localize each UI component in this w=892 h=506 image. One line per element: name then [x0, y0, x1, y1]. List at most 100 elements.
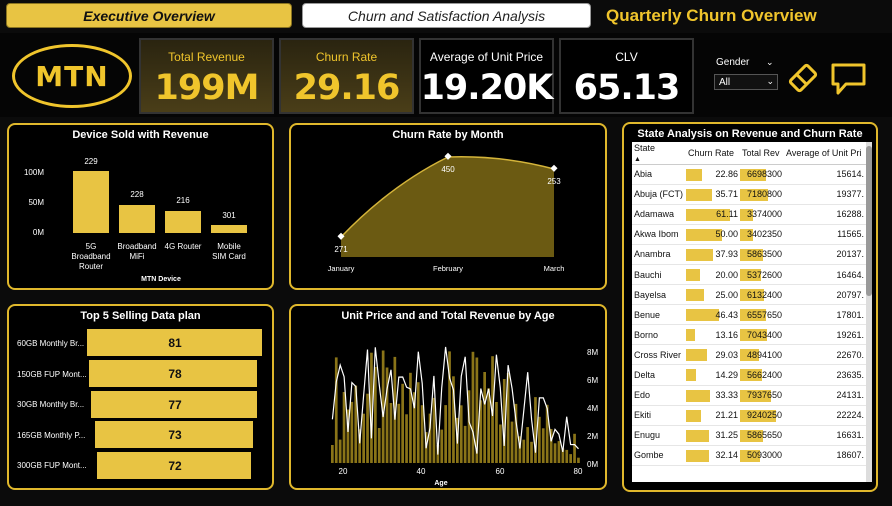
avg-unit-price-cell: 15614. — [784, 164, 866, 185]
state-cell: Bauchi — [632, 264, 686, 286]
column-header[interactable]: State ▲ — [632, 142, 686, 165]
age-revenue-bar[interactable] — [401, 383, 404, 463]
table-row[interactable]: Borno 13.16 7043400 19261. — [632, 324, 866, 346]
device-bar[interactable] — [211, 225, 247, 233]
y-tick: 0M — [587, 460, 598, 469]
table-row[interactable]: Abuja (FCT) 35.71 7180800 19377. — [632, 184, 866, 205]
age-revenue-bar[interactable] — [553, 443, 557, 463]
device-bar[interactable] — [73, 171, 109, 233]
device-bar[interactable] — [165, 211, 201, 233]
age-revenue-bar[interactable] — [565, 449, 569, 463]
table-row[interactable]: Adamawa 61.11 3374000 16288. — [632, 204, 866, 225]
revenue-cell: 7180800 — [740, 184, 784, 205]
state-cell: Enugu — [632, 425, 686, 446]
age-revenue-bar[interactable] — [342, 392, 346, 463]
age-revenue-bar[interactable] — [350, 401, 354, 463]
revenue-cell: 5863500 — [740, 244, 784, 265]
point-label: 271 — [334, 245, 348, 254]
age-chart: 20 40 60 80 Age 8M 6M 4M 2M 0M — [331, 346, 598, 487]
churn-by-month-panel: Churn Rate by Month 271 450 253 January … — [289, 123, 607, 290]
y-tick: 6M — [587, 376, 598, 385]
column-header[interactable]: Churn Rate — [686, 142, 740, 165]
revenue-cell: 6132400 — [740, 284, 784, 306]
age-revenue-bar[interactable] — [573, 433, 576, 463]
kpi-total-revenue: Total Revenue 199M — [139, 38, 274, 114]
chevron-down-icon[interactable]: ⌄ — [766, 57, 774, 68]
age-revenue-bar[interactable] — [538, 416, 541, 463]
x-axis-label: MTN Device — [141, 276, 181, 283]
avg-unit-price-cell: 18607. — [784, 445, 866, 466]
bar-count-label: 216 — [176, 196, 190, 205]
table-row[interactable]: Benue 46.43 6557650 17801. — [632, 304, 866, 326]
table-row[interactable]: Anambra 37.93 5863500 20137. — [632, 244, 866, 265]
age-revenue-bar[interactable] — [409, 372, 412, 463]
chat-icon[interactable] — [830, 61, 868, 97]
table-row[interactable]: Edo 33.33 7937650 24131. — [632, 385, 866, 406]
table-row[interactable]: Akwa Ibom 50.00 3402350 11565. — [632, 224, 866, 245]
age-revenue-bar[interactable] — [416, 382, 420, 463]
age-revenue-bar[interactable] — [338, 439, 342, 463]
state-table-title: State Analysis on Revenue and Churn Rate — [637, 128, 863, 140]
table-row[interactable]: Ekiti 21.21 9240250 22224. — [632, 405, 866, 426]
eraser-icon[interactable] — [785, 60, 821, 96]
age-revenue-bar[interactable] — [377, 428, 381, 463]
x-tick: January — [328, 264, 355, 273]
age-revenue-bar[interactable] — [440, 429, 444, 463]
bar-count-label: 228 — [130, 190, 144, 199]
age-revenue-bar[interactable] — [510, 421, 514, 463]
age-revenue-bar[interactable] — [530, 441, 533, 463]
age-revenue-bar[interactable] — [526, 427, 529, 463]
age-revenue-bar[interactable] — [389, 403, 393, 463]
churn-cell: 29.03 — [686, 344, 740, 366]
chevron-down-icon: ⌄ — [766, 76, 774, 86]
tab-churn-satisfaction[interactable]: Churn and Satisfaction Analysis — [302, 3, 591, 28]
column-header[interactable]: Total Rev — [740, 142, 784, 165]
age-revenue-bar[interactable] — [334, 357, 338, 463]
kpi-value: 65.13 — [573, 68, 681, 108]
plan-value: 78 — [168, 367, 182, 381]
state-table[interactable]: State ▲ Churn Rate Total Rev Average of U… — [632, 142, 866, 482]
age-revenue-bar[interactable] — [522, 439, 526, 463]
plan-value: 77 — [168, 398, 182, 412]
age-revenue-bar[interactable] — [557, 441, 561, 463]
age-revenue-bar[interactable] — [444, 405, 447, 463]
age-revenue-bar[interactable] — [331, 445, 334, 463]
tab-executive-overview[interactable]: Executive Overview — [6, 3, 292, 28]
age-revenue-bar[interactable] — [534, 397, 537, 463]
device-bar[interactable] — [119, 205, 155, 233]
table-row[interactable]: Abia 22.86 6698300 15614. — [632, 164, 866, 185]
age-revenue-bar[interactable] — [420, 405, 424, 463]
table-row[interactable]: Bayelsa 25.00 6132400 20797. — [632, 284, 866, 306]
age-revenue-bar[interactable] — [499, 424, 502, 464]
table-row[interactable]: Bauchi 20.00 5372600 16464. — [632, 264, 866, 286]
x-tick: Broadband — [117, 242, 156, 251]
age-revenue-bar[interactable] — [397, 403, 401, 463]
churn-cell: 13.16 — [686, 324, 740, 346]
gender-slicer-value: All — [719, 77, 731, 88]
age-revenue-bar[interactable] — [483, 372, 486, 463]
age-revenue-bar[interactable] — [405, 414, 408, 463]
age-revenue-bar[interactable] — [471, 351, 475, 463]
age-revenue-bar[interactable] — [362, 413, 365, 463]
table-scrollbar[interactable] — [866, 142, 872, 482]
age-revenue-bar[interactable] — [463, 425, 467, 463]
age-revenue-bar[interactable] — [459, 405, 463, 463]
age-revenue-bar[interactable] — [569, 454, 572, 463]
scrollbar-thumb[interactable] — [866, 146, 872, 296]
avg-unit-price-cell: 16631. — [784, 425, 866, 446]
age-revenue-bar[interactable] — [495, 402, 498, 463]
age-revenue-bar[interactable] — [366, 393, 369, 463]
state-cell: Gombe — [632, 445, 686, 466]
table-row[interactable]: Gombe 32.14 5093000 18607. — [632, 445, 866, 466]
mtn-logo: MTN — [12, 44, 132, 108]
table-row[interactable]: Enugu 31.25 5865650 16631. — [632, 425, 866, 446]
column-header[interactable]: Average of Unit Pri — [784, 142, 866, 165]
revenue-cell: 5372600 — [740, 264, 784, 286]
state-cell: Delta — [632, 364, 686, 386]
avg-unit-price-cell: 11565. — [784, 224, 866, 245]
age-revenue-bar[interactable] — [541, 428, 545, 463]
table-row[interactable]: Delta 14.29 5662400 23635. — [632, 364, 866, 386]
table-row[interactable]: Cross River 29.03 4894100 22670. — [632, 344, 866, 366]
gender-slicer-dropdown[interactable]: All ⌄ — [714, 74, 778, 90]
age-revenue-bar[interactable] — [577, 457, 580, 463]
